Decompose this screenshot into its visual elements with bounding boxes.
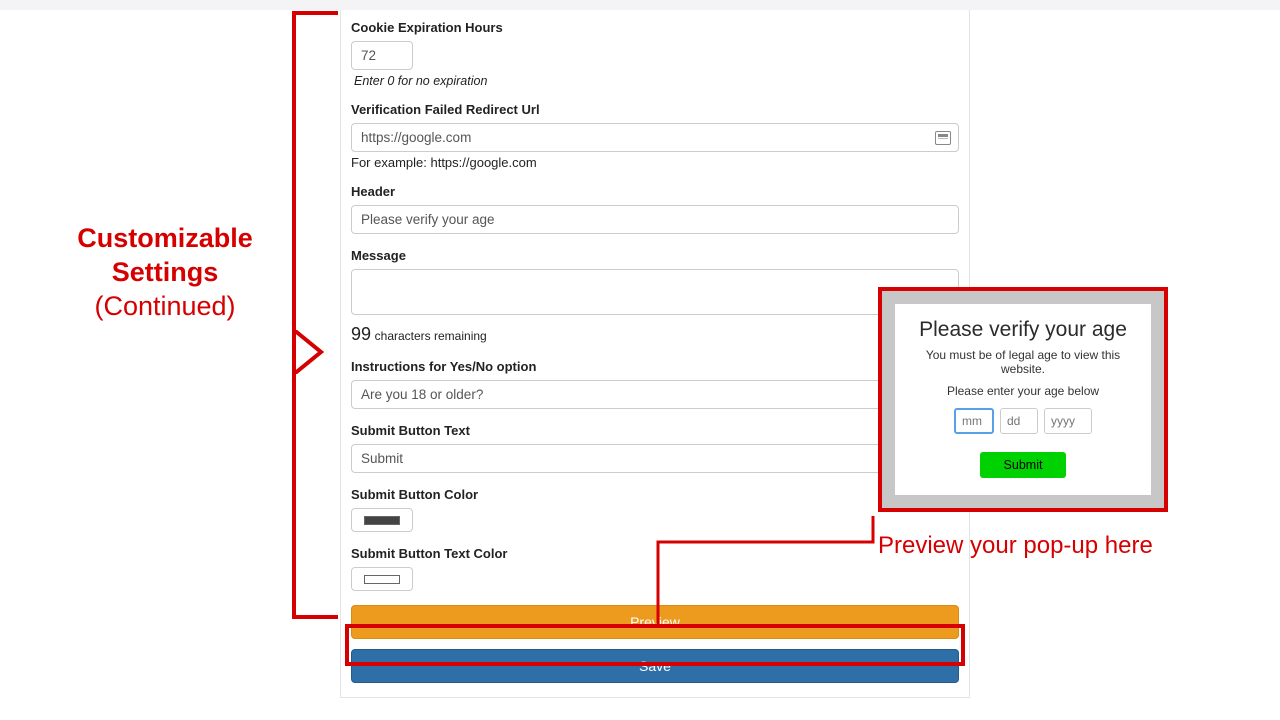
save-button[interactable]: Save: [351, 649, 959, 683]
popup-submit-button[interactable]: Submit: [980, 452, 1067, 478]
field-instructions: Instructions for Yes/No option: [351, 359, 959, 409]
annotation-line2: Settings: [40, 256, 290, 290]
annotation-left-label: Customizable Settings (Continued): [40, 222, 290, 323]
popup-title: Please verify your age: [905, 318, 1141, 342]
popup-day-input[interactable]: [1000, 408, 1038, 434]
field-redirect-url: Verification Failed Redirect Url For exa…: [351, 102, 959, 170]
contact-card-icon: [935, 131, 951, 145]
popup-date-fields: [905, 408, 1141, 434]
popup-preview: Please verify your age You must be of le…: [878, 287, 1168, 512]
field-submit-text-color: Submit Button Text Color: [351, 546, 959, 591]
input-instructions[interactable]: [351, 380, 959, 409]
label-redirect-url: Verification Failed Redirect Url: [351, 102, 959, 117]
color-picker-submit[interactable]: [351, 508, 413, 532]
annotation-bracket: [292, 11, 344, 619]
textarea-message[interactable]: [351, 269, 959, 315]
preview-button[interactable]: Preview: [351, 605, 959, 639]
annotation-continued: (Continued): [40, 290, 290, 324]
input-submit-text[interactable]: [351, 444, 959, 473]
label-message: Message: [351, 248, 959, 263]
popup-year-input[interactable]: [1044, 408, 1092, 434]
settings-panel: Cookie Expiration Hours Enter 0 for no e…: [340, 10, 970, 698]
input-redirect-url[interactable]: [351, 123, 959, 152]
color-swatch: [364, 575, 400, 584]
popup-month-input[interactable]: [954, 408, 994, 434]
label-submit-text-color: Submit Button Text Color: [351, 546, 959, 561]
char-remaining: 99 characters remaining: [351, 324, 959, 345]
label-instructions: Instructions for Yes/No option: [351, 359, 959, 374]
field-header: Header: [351, 184, 959, 234]
label-cookie-expiration: Cookie Expiration Hours: [351, 20, 959, 35]
popup-card: Please verify your age You must be of le…: [895, 304, 1151, 495]
input-header[interactable]: [351, 205, 959, 234]
field-submit-text: Submit Button Text: [351, 423, 959, 473]
field-message: Message 99 characters remaining: [351, 248, 959, 345]
label-header: Header: [351, 184, 959, 199]
char-remaining-count: 99: [351, 324, 371, 344]
field-submit-color: Submit Button Color: [351, 487, 959, 532]
field-cookie-expiration: Cookie Expiration Hours Enter 0 for no e…: [351, 20, 959, 88]
color-picker-submit-text[interactable]: [351, 567, 413, 591]
color-swatch: [364, 516, 400, 525]
label-submit-text: Submit Button Text: [351, 423, 959, 438]
annotation-line1: Customizable: [40, 222, 290, 256]
label-submit-color: Submit Button Color: [351, 487, 959, 502]
popup-instruction: Please enter your age below: [905, 384, 1141, 398]
char-remaining-text: characters remaining: [375, 329, 487, 343]
popup-subtitle: You must be of legal age to view this we…: [905, 348, 1141, 376]
top-bar: [0, 0, 1280, 10]
helper-redirect-url: For example: https://google.com: [351, 155, 959, 170]
annotation-right-label: Preview your pop-up here: [878, 532, 1153, 560]
helper-cookie-expiration: Enter 0 for no expiration: [351, 74, 959, 88]
input-cookie-expiration[interactable]: [351, 41, 413, 70]
